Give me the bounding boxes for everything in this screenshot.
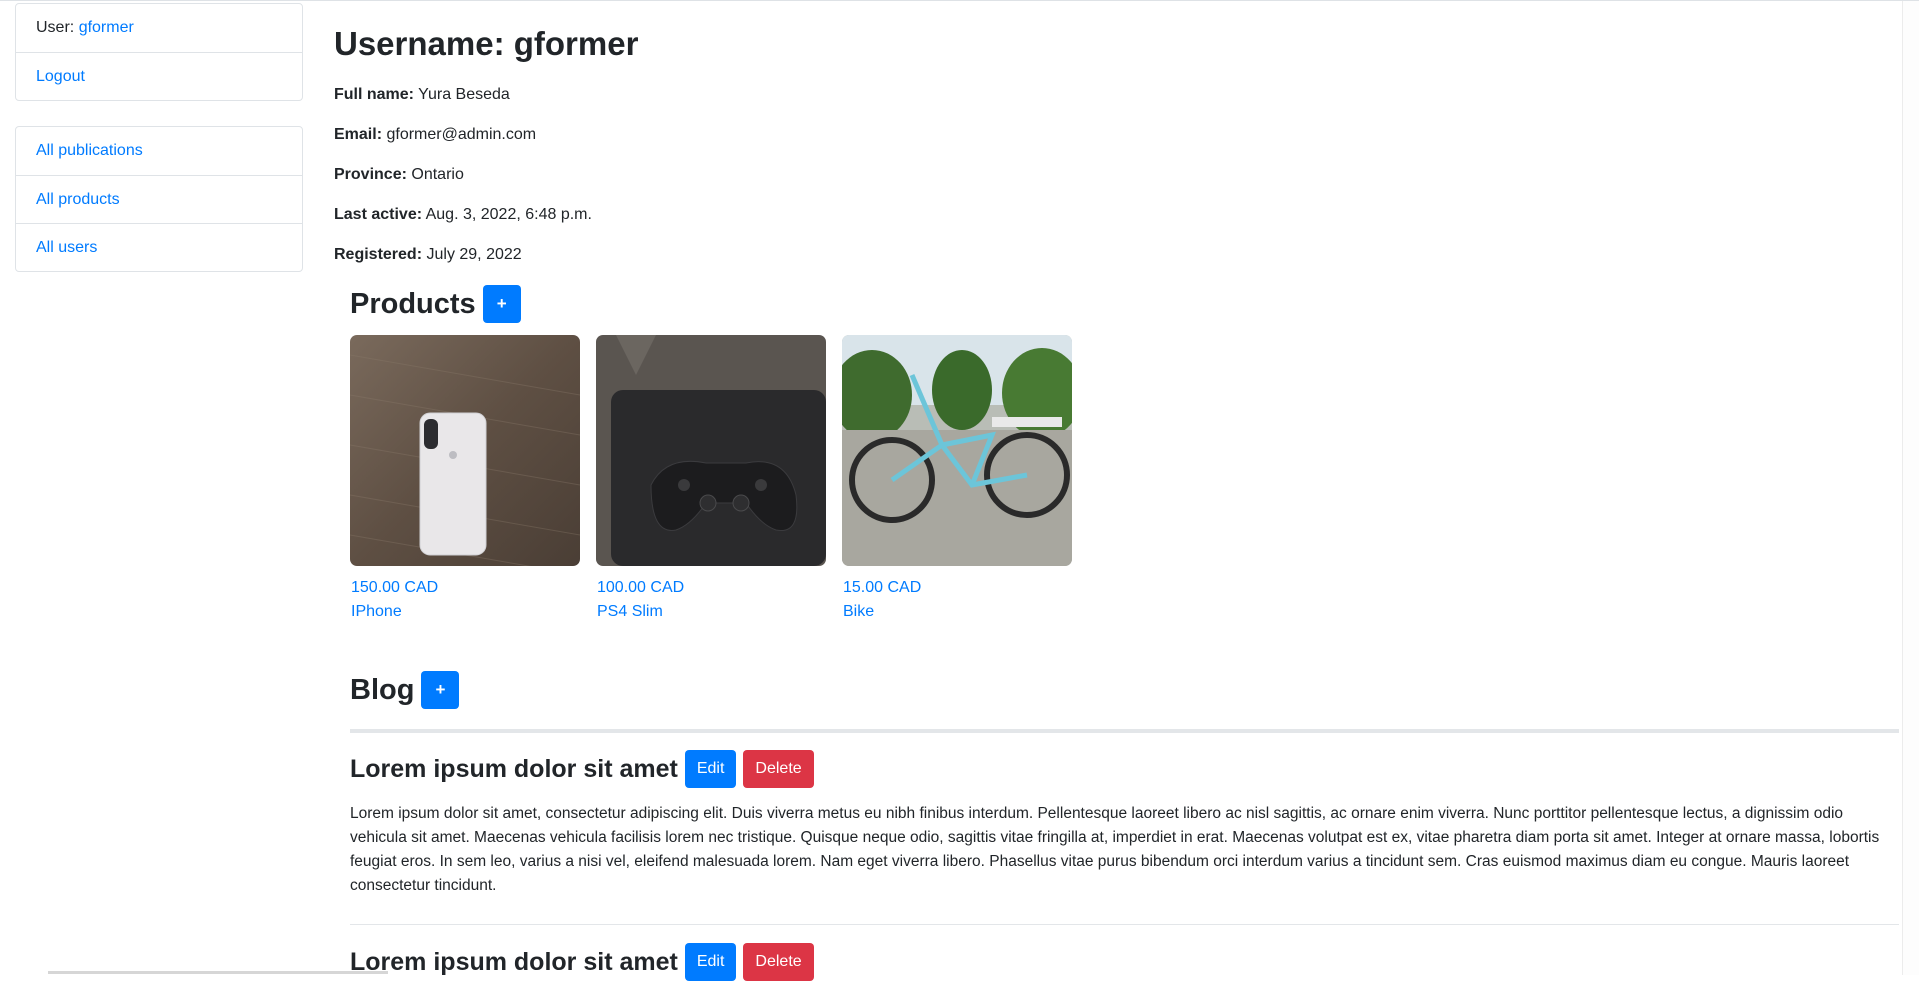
post-header: Lorem ipsum dolor sit amet Edit Delete (350, 943, 1899, 981)
info-email: Email: gformer@admin.com (334, 125, 1900, 145)
products-title: Products (350, 288, 476, 320)
blog-post: Lorem ipsum dolor sit amet Edit Delete (350, 943, 1899, 981)
add-post-button[interactable]: + (421, 671, 460, 709)
product-card[interactable]: 150.00 CAD IPhone (350, 335, 580, 624)
page-title: Username: gformer (334, 25, 639, 62)
nav-item-all-publications[interactable]: All publications (16, 127, 302, 175)
field-label: Last active: (334, 206, 423, 223)
product-image-iphone[interactable] (350, 335, 580, 566)
field-label: Full name: (334, 86, 415, 103)
field-label: Province: (334, 166, 407, 183)
post-separator (350, 924, 1899, 925)
field-label: Email: (334, 126, 383, 143)
nav-link[interactable]: All publications (36, 142, 143, 160)
blog-divider (350, 729, 1899, 733)
info-registered: Registered: July 29, 2022 (334, 245, 1900, 265)
delete-post-button[interactable]: Delete (743, 943, 814, 981)
post-body: Lorem ipsum dolor sit amet, consectetur … (350, 805, 1880, 894)
info-last-active: Last active: Aug. 3, 2022, 6:48 p.m. (334, 205, 1900, 225)
product-name[interactable]: IPhone (351, 600, 580, 624)
blog-header: Blog + (350, 671, 1900, 709)
current-user-item: User: gformer (16, 4, 302, 52)
field-value: Yura Beseda (418, 86, 510, 103)
user-label: User: (36, 19, 75, 36)
sidebar: User: gformer Logout All publications Al… (15, 3, 303, 272)
nav-item-all-users[interactable]: All users (16, 223, 302, 271)
field-value: Aug. 3, 2022, 6:48 p.m. (425, 206, 592, 223)
info-province: Province: Ontario (334, 165, 1900, 185)
product-price[interactable]: 100.00 CAD (597, 576, 826, 600)
product-image-ps4[interactable] (596, 335, 826, 566)
nav-link[interactable]: All products (36, 191, 120, 209)
nav-item-all-products[interactable]: All products (16, 175, 302, 223)
post-title: Lorem ipsum dolor sit amet (350, 755, 678, 783)
blog-title: Blog (350, 674, 415, 706)
product-name[interactable]: PS4 Slim (597, 600, 826, 624)
product-name[interactable]: Bike (843, 600, 1072, 624)
vertical-scrollbar[interactable] (1902, 1, 1919, 975)
product-card[interactable]: 15.00 CAD Bike (842, 335, 1072, 624)
delete-post-button[interactable]: Delete (743, 750, 814, 788)
field-value: gformer@admin.com (386, 126, 537, 143)
edit-post-button[interactable]: Edit (684, 750, 737, 788)
username-link[interactable]: gformer (79, 19, 134, 37)
logout-link[interactable]: Logout (36, 68, 85, 86)
blog-post: Lorem ipsum dolor sit amet Edit Delete L… (350, 750, 1899, 925)
edit-post-button[interactable]: Edit (684, 943, 737, 981)
product-price[interactable]: 15.00 CAD (843, 576, 1072, 600)
products-header: Products + (350, 285, 1900, 323)
main-content: Username: gformer Full name: Yura Beseda… (334, 1, 1900, 981)
field-value: Ontario (411, 166, 464, 183)
field-label: Registered: (334, 246, 423, 263)
post-header: Lorem ipsum dolor sit amet Edit Delete (350, 750, 1899, 788)
products-section: Products + 150.00 CAD IPhone 100.00 CAD … (350, 285, 1900, 981)
logout-item[interactable]: Logout (16, 52, 302, 100)
nav-link[interactable]: All users (36, 239, 97, 257)
field-value: July 29, 2022 (426, 246, 522, 263)
info-full-name: Full name: Yura Beseda (334, 85, 1900, 105)
product-card[interactable]: 100.00 CAD PS4 Slim (596, 335, 826, 624)
account-panel: User: gformer Logout (15, 3, 303, 101)
add-product-button[interactable]: + (482, 285, 521, 323)
product-image-bike[interactable] (842, 335, 1072, 566)
product-price[interactable]: 150.00 CAD (351, 576, 580, 600)
nav-panel: All publications All products All users (15, 126, 303, 272)
product-list: 150.00 CAD IPhone 100.00 CAD PS4 Slim 15… (350, 335, 1900, 624)
